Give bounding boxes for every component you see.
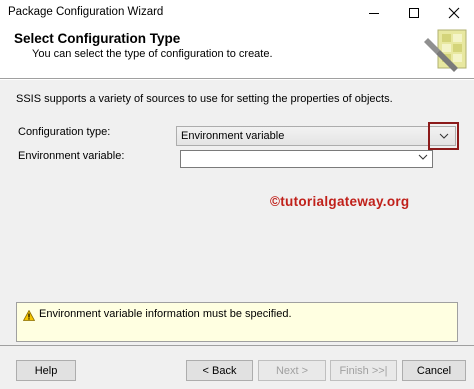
- configuration-type-dropdown[interactable]: Environment variable: [176, 122, 459, 150]
- dropdown-arrow-highlight[interactable]: [428, 122, 459, 150]
- chevron-down-icon: [439, 133, 448, 139]
- chevron-down-icon: [418, 154, 428, 160]
- back-button[interactable]: < Back: [186, 360, 253, 381]
- configuration-type-label: Configuration type:: [18, 126, 111, 138]
- maximize-icon: [409, 8, 419, 18]
- configuration-type-value: Environment variable: [181, 130, 285, 142]
- close-icon: [448, 7, 460, 19]
- minimize-button[interactable]: [354, 0, 394, 26]
- intro-text: SSIS supports a variety of sources to us…: [16, 93, 393, 105]
- help-button[interactable]: Help: [16, 360, 76, 381]
- finish-button[interactable]: Finish >>|: [330, 360, 397, 381]
- environment-variable-label: Environment variable:: [18, 150, 125, 162]
- maximize-button[interactable]: [394, 0, 434, 26]
- wizard-header: Select Configuration Type You can select…: [0, 26, 474, 78]
- environment-variable-dropdown[interactable]: [180, 150, 433, 168]
- wizard-footer: Help < Back Next > Finish >>| Cancel: [0, 346, 474, 389]
- warning-icon: [23, 310, 35, 321]
- page-subtitle: You can select the type of configuration…: [32, 48, 273, 60]
- wizard-logo-icon: [424, 29, 467, 72]
- page-title: Select Configuration Type: [14, 31, 181, 46]
- title-bar: Package Configuration Wizard: [0, 0, 474, 26]
- minimize-icon: [369, 13, 379, 14]
- wizard-content: SSIS supports a variety of sources to us…: [0, 80, 474, 345]
- cancel-button[interactable]: Cancel: [402, 360, 466, 381]
- watermark-text: ©tutorialgateway.org: [270, 194, 410, 209]
- close-button[interactable]: [434, 0, 474, 26]
- window-title: Package Configuration Wizard: [8, 6, 164, 18]
- message-text: Environment variable information must be…: [39, 308, 292, 320]
- next-button[interactable]: Next >: [258, 360, 326, 381]
- message-box: Environment variable information must be…: [16, 302, 458, 342]
